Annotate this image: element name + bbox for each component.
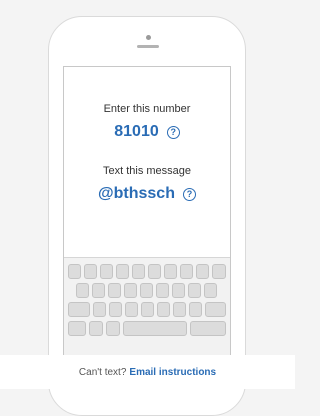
key: [196, 264, 209, 279]
key: [125, 302, 138, 317]
key: [148, 264, 161, 279]
key: [164, 264, 177, 279]
key: [157, 302, 170, 317]
key: [156, 283, 169, 298]
key: [173, 302, 186, 317]
help-icon[interactable]: ?: [166, 125, 180, 139]
key: [109, 302, 122, 317]
keyboard-illustration: [64, 257, 230, 355]
space-key: [123, 321, 187, 336]
key: [188, 283, 201, 298]
return-key: [190, 321, 226, 336]
numbers-key: [68, 321, 86, 336]
key: [68, 264, 81, 279]
sms-message: @bthssch: [98, 185, 175, 202]
enter-number-label: Enter this number: [103, 103, 191, 115]
key: [189, 302, 202, 317]
key: [76, 283, 89, 298]
shift-key: [68, 302, 90, 317]
help-glyph: ?: [170, 126, 177, 137]
key: [124, 283, 137, 298]
camera-dot: [146, 35, 151, 40]
text-message-label: Text this message: [102, 165, 192, 177]
help-glyph: ?: [186, 188, 193, 199]
key: [108, 283, 121, 298]
speaker-slot: [137, 45, 159, 48]
key: [204, 283, 217, 298]
mic-key: [106, 321, 120, 336]
key: [92, 283, 105, 298]
key: [212, 264, 226, 279]
email-instructions-link[interactable]: Email instructions: [129, 367, 216, 378]
emoji-key: [89, 321, 103, 336]
help-icon[interactable]: ?: [182, 187, 196, 201]
key: [116, 264, 129, 279]
key: [180, 264, 193, 279]
number-row: 81010 ?: [64, 123, 230, 141]
cant-text-label: Can't text?: [78, 366, 127, 378]
key: [100, 264, 113, 279]
key: [141, 302, 154, 317]
sms-number: 81010: [114, 123, 159, 140]
footer: Can't text? Email instructions: [0, 355, 295, 389]
phone-screen: Enter this number 81010 ? Text this mess…: [63, 66, 231, 356]
key: [93, 302, 106, 317]
message-row: @bthssch ?: [64, 185, 230, 203]
key: [140, 283, 153, 298]
key: [132, 264, 145, 279]
key: [84, 264, 97, 279]
backspace-key: [205, 302, 226, 317]
key: [172, 283, 185, 298]
